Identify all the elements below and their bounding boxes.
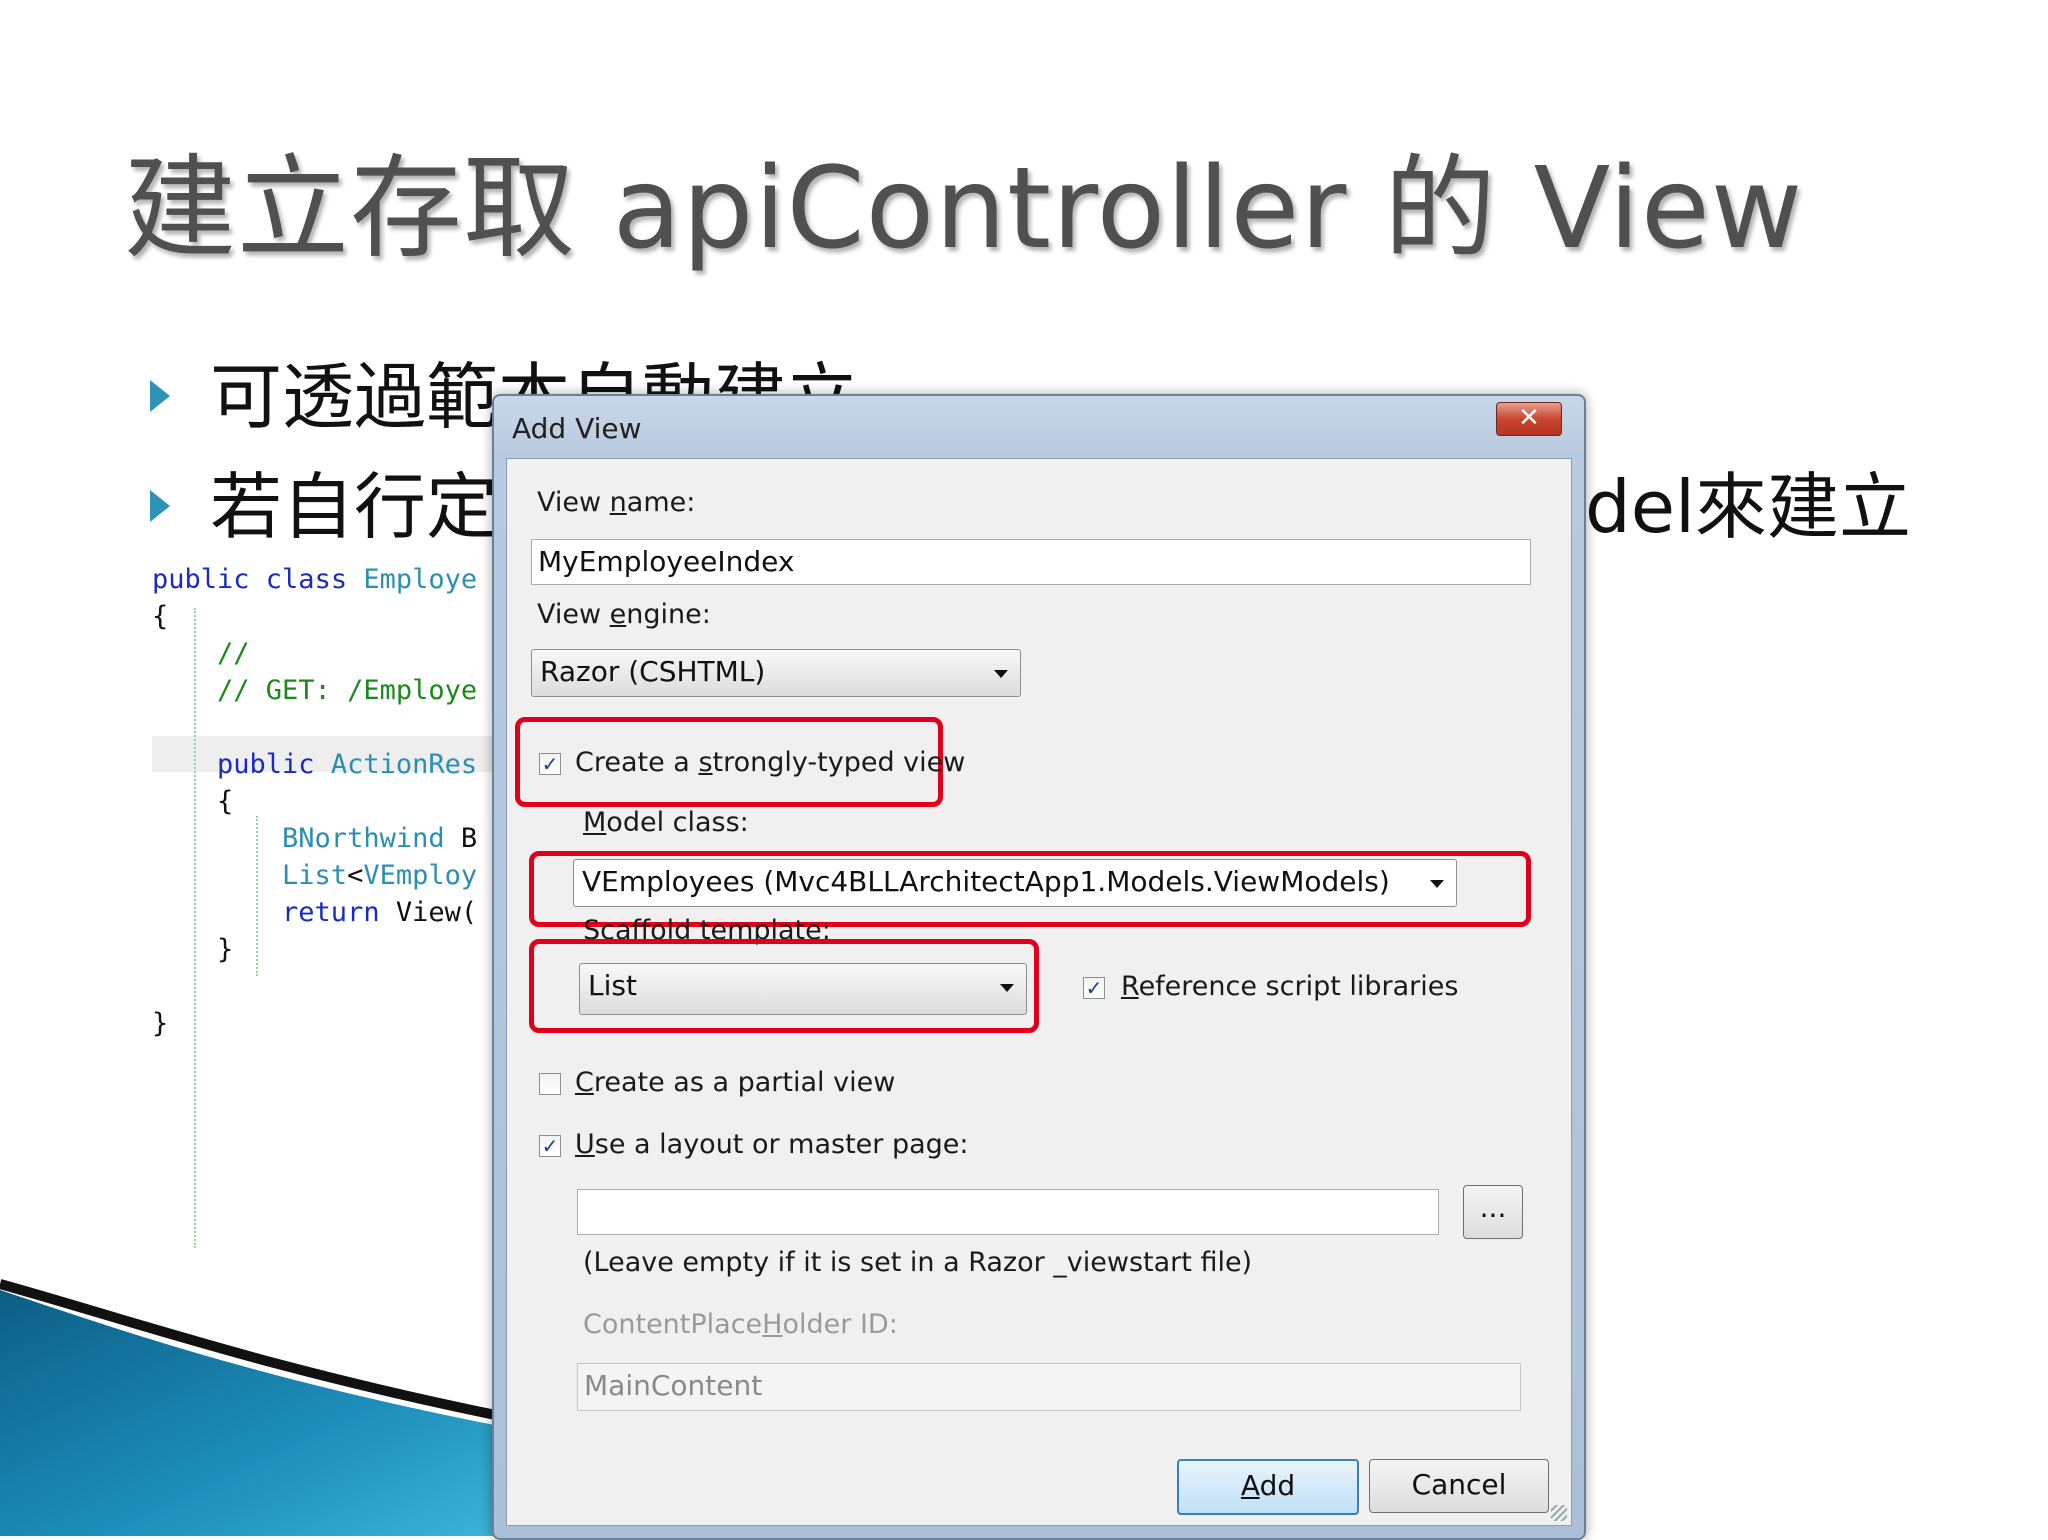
view-engine-label: View engine:	[537, 599, 711, 630]
code-line: {	[152, 786, 233, 817]
code-token: public	[152, 749, 331, 780]
code-line: BNorthwind B	[152, 823, 477, 854]
code-token: B	[460, 823, 478, 854]
code-line: public ActionRes	[152, 749, 477, 780]
view-name-input[interactable]: MyEmployeeIndex	[531, 539, 1531, 585]
code-line: //	[152, 638, 250, 669]
code-token: List	[152, 860, 348, 891]
code-token: {	[152, 601, 169, 632]
code-line: // GET: /Employe	[152, 675, 477, 706]
partial-view-checkbox[interactable]	[539, 1073, 561, 1095]
layout-page-input[interactable]	[577, 1189, 1439, 1235]
close-icon: ✕	[1518, 403, 1540, 433]
scaffold-template-dropdown[interactable]: List	[579, 963, 1027, 1015]
add-button[interactable]: Add	[1177, 1459, 1359, 1515]
view-engine-dropdown[interactable]: Razor (CSHTML)	[531, 649, 1021, 697]
scaffold-template-value: List	[588, 969, 637, 1002]
view-engine-value: Razor (CSHTML)	[540, 655, 766, 688]
code-token: }	[152, 1008, 169, 1039]
model-class-dropdown[interactable]: VEmployees (Mvc4BLLArchitectApp1.Models.…	[573, 859, 1457, 907]
bullet-arrow-icon	[150, 380, 170, 413]
code-token: }	[152, 934, 234, 965]
dialog-body: View name: MyEmployeeIndex View engine: …	[506, 458, 1572, 1526]
bullet-2: 若自行定	[150, 448, 498, 553]
reference-scripts-label: Reference script libraries	[1121, 971, 1459, 1002]
layout-hint-text: (Leave empty if it is set in a Razor _vi…	[583, 1247, 1253, 1278]
code-token: Employe	[363, 564, 478, 595]
bullet-2-text-start: 若自行定	[210, 465, 499, 549]
browse-layout-button[interactable]: ...	[1463, 1185, 1523, 1239]
code-token: public	[152, 564, 266, 595]
model-class-value: VEmployees (Mvc4BLLArchitectApp1.Models.…	[582, 865, 1390, 898]
cancel-button[interactable]: Cancel	[1369, 1459, 1549, 1513]
code-token: <	[347, 860, 364, 891]
resize-grip-icon[interactable]	[1551, 1505, 1567, 1521]
code-token: {	[152, 786, 234, 817]
code-line: }	[152, 1008, 168, 1039]
code-token: return	[152, 897, 396, 928]
content-placeholder-label: ContentPlaceHolder ID:	[583, 1309, 898, 1340]
code-line: {	[152, 601, 168, 632]
chevron-down-icon	[994, 670, 1008, 678]
reference-scripts-checkbox[interactable]: ✓	[1083, 977, 1105, 999]
code-line: return View(	[152, 897, 477, 928]
layout-page-checkbox[interactable]: ✓	[539, 1135, 561, 1157]
code-token: View(	[395, 897, 478, 928]
code-line: public class Employe	[152, 564, 477, 595]
check-icon: ✓	[541, 1134, 559, 1158]
code-line: }	[152, 934, 233, 965]
check-icon: ✓	[1085, 976, 1103, 1000]
code-token: BNorthwind	[152, 823, 461, 854]
chevron-down-icon	[1000, 984, 1014, 992]
close-button[interactable]: ✕	[1496, 402, 1562, 436]
view-name-label: View name:	[537, 487, 696, 518]
check-icon: ✓	[541, 752, 559, 776]
bullet-2-text-end: del來建立	[1585, 465, 1912, 549]
strongly-typed-checkbox[interactable]: ✓	[539, 753, 561, 775]
code-editor-snippet: public class Employe { // // GET: /Employ…	[152, 548, 500, 1348]
code-token: //	[152, 638, 250, 669]
code-token: class	[265, 564, 364, 595]
partial-view-label: Create as a partial view	[575, 1067, 896, 1098]
strongly-typed-label: Create a strongly-typed view	[575, 747, 966, 778]
chevron-down-icon	[1430, 880, 1444, 888]
bullet-arrow-icon	[150, 490, 170, 523]
dialog-title: Add View	[512, 412, 642, 445]
slide-decoration-wave	[0, 1279, 520, 1536]
code-line: List<VEmploy	[152, 860, 477, 891]
slide-title: 建立存取 apiController 的 View	[124, 144, 1804, 274]
code-token: VEmploy	[363, 860, 478, 891]
add-view-dialog: Add View ✕ View name: MyEmployeeIndex Vi…	[492, 394, 1586, 1540]
content-placeholder-input[interactable]: MainContent	[577, 1363, 1521, 1411]
model-class-label: Model class:	[583, 807, 749, 838]
code-token: // GET: /Employe	[152, 675, 478, 706]
code-token: ActionRes	[330, 749, 478, 780]
layout-page-label: Use a layout or master page:	[575, 1129, 969, 1160]
